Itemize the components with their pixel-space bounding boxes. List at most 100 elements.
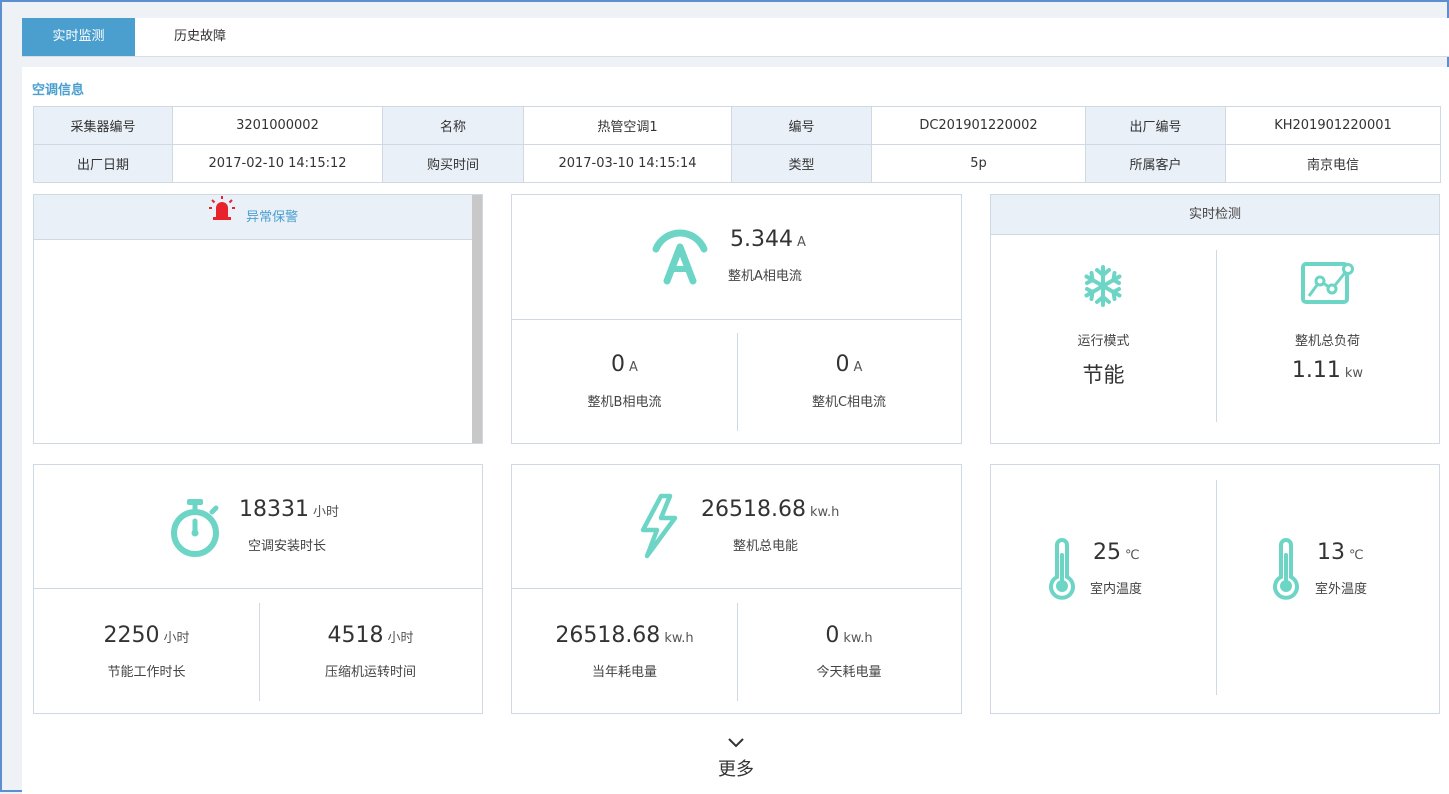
year-energy-label: 当年耗电量 [591, 665, 657, 680]
mode-label: 运行模式 [1077, 334, 1130, 349]
total-energy-label: 整机总电能 [733, 539, 799, 554]
mode-value: 节能 [1082, 363, 1125, 387]
compressor-value: 4518 [327, 623, 384, 648]
alarm-panel: 异常保警 [33, 194, 483, 444]
install-label: 空调安装时长 [248, 539, 327, 554]
indoor-thermometer-icon [1047, 537, 1077, 605]
info-label: 名称 [382, 106, 524, 145]
divider [1216, 480, 1217, 695]
load-label: 整机总负荷 [1294, 334, 1360, 349]
load-unit: kw [1344, 366, 1364, 381]
phase-c-unit: A [853, 360, 863, 375]
compressor-reading: 4518 小时 [259, 623, 482, 648]
indoor-value: 25 [1093, 540, 1121, 565]
total-energy-reading: 26518.68 kw.h [701, 497, 839, 522]
total-energy-unit: kw.h [809, 505, 840, 520]
today-energy-label: 今天耗电量 [816, 665, 882, 680]
indoor-label: 室内温度 [1090, 582, 1143, 597]
current-panel: 5.344 A 整机A相电流 0A 整机B相电流 0A 整机C相电流 [511, 194, 962, 444]
year-energy-reading: 26518.68 kw.h [512, 623, 737, 648]
phase-a-label: 整机A相电流 [728, 269, 802, 284]
saving-unit: 小时 [163, 631, 190, 646]
load-chart-icon [1300, 261, 1356, 311]
divider [512, 319, 961, 320]
alarm-title[interactable]: 异常保警 [246, 210, 298, 225]
more-toggle[interactable]: 更多 [22, 737, 1449, 781]
saving-reading: 2250 小时 [34, 623, 259, 648]
info-value: 2017-03-10 14:15:14 [523, 144, 732, 183]
alarm-header: 异常保警 [34, 195, 472, 240]
phase-b-unit: A [629, 360, 638, 375]
phase-a-value: 5.344 [730, 227, 793, 252]
realtime-header: 实时检测 [991, 195, 1439, 235]
tab-bar: 实时监测 历史故障 [22, 18, 1449, 57]
section-title: 空调信息 [32, 83, 85, 98]
info-value: 3201000002 [172, 106, 383, 145]
info-value: 南京电信 [1225, 144, 1441, 183]
phase-b-value: 0 [611, 352, 626, 377]
table-row: 出厂日期 2017-02-10 14:15:12 购买时间 2017-03-10… [33, 144, 1441, 183]
stopwatch-icon [168, 498, 222, 562]
info-value: DC201901220002 [871, 106, 1086, 145]
info-value: 2017-02-10 14:15:12 [172, 144, 383, 183]
divider [512, 588, 961, 589]
info-label: 出厂编号 [1085, 106, 1226, 145]
phase-c-label: 整机C相电流 [811, 395, 887, 410]
today-energy-unit: kw.h [843, 631, 873, 646]
compressor-label: 压缩机运转时间 [324, 665, 416, 680]
phase-a-unit: A [796, 235, 806, 250]
saving-label: 节能工作时长 [107, 665, 186, 680]
indoor-unit: ℃ [1125, 548, 1140, 563]
chevron-down-icon [22, 737, 1449, 751]
runtime-panel: 18331 小时 空调安装时长 2250 小时 节能工作时长 4518 小时 压缩机运… [33, 464, 483, 714]
total-energy-value: 26518.68 [701, 497, 806, 522]
info-label: 类型 [731, 144, 872, 183]
alarm-light-icon [208, 195, 236, 240]
phase-b-reading: 0A [512, 352, 737, 377]
saving-value: 2250 [103, 623, 160, 648]
divider [737, 603, 738, 701]
info-label: 编号 [731, 106, 872, 145]
year-energy-value: 26518.68 [555, 623, 661, 648]
outdoor-value: 13 [1317, 540, 1345, 565]
phase-b-label: 整机B相电流 [587, 395, 662, 410]
phase-a-reading: 5.344 A [730, 227, 806, 252]
info-label: 所属客户 [1085, 144, 1226, 183]
year-energy-unit: kw.h [664, 631, 694, 646]
window-frame: 实时监测 历史故障 空调信息 采集器编号 3201000002 名称 热管空调1… [0, 0, 1449, 794]
info-label: 采集器编号 [33, 106, 173, 145]
more-label: 更多 [718, 759, 754, 780]
load-reading: 1.11 kw [1216, 358, 1439, 383]
compressor-unit: 小时 [387, 631, 414, 646]
load-value: 1.11 [1291, 358, 1341, 383]
indoor-reading: 25 ℃ [1093, 540, 1140, 565]
install-unit: 小时 [313, 505, 340, 520]
today-energy-value: 0 [825, 623, 840, 648]
today-energy-reading: 0 kw.h [737, 623, 961, 648]
install-value: 18331 [239, 497, 309, 522]
snowflake-icon [1081, 264, 1125, 312]
divider [259, 603, 260, 701]
energy-panel: 26518.68 kw.h 整机总电能 26518.68 kw.h 当年耗电量 0k… [511, 464, 962, 714]
main-content: 空调信息 采集器编号 3201000002 名称 热管空调1 编号 DC2019… [22, 67, 1449, 794]
divider [34, 588, 482, 589]
info-label: 出厂日期 [33, 144, 173, 183]
table-row: 采集器编号 3201000002 名称 热管空调1 编号 DC201901220… [33, 106, 1441, 145]
phase-c-reading: 0A [737, 352, 961, 377]
outdoor-reading: 13 ℃ [1317, 540, 1364, 565]
info-value: 热管空调1 [523, 106, 732, 145]
alarm-scrollbar[interactable] [472, 195, 482, 443]
install-reading: 18331 小时 [239, 497, 339, 522]
ac-info-table: 采集器编号 3201000002 名称 热管空调1 编号 DC201901220… [33, 106, 1441, 183]
outdoor-unit: ℃ [1349, 548, 1364, 563]
outdoor-thermometer-icon [1271, 537, 1301, 605]
lightning-icon [637, 493, 681, 563]
realtime-panel: 实时检测 运行模式 节能 整机总负荷 1.11 kw [990, 194, 1440, 444]
tab-fault-history[interactable]: 历史故障 [135, 18, 265, 56]
outdoor-label: 室外温度 [1315, 582, 1368, 597]
realtime-title: 实时检测 [1188, 207, 1241, 222]
phase-a-icon [650, 225, 710, 291]
phase-c-value: 0 [835, 352, 850, 377]
divider [737, 333, 738, 431]
tab-realtime-monitor[interactable]: 实时监测 [22, 18, 135, 56]
